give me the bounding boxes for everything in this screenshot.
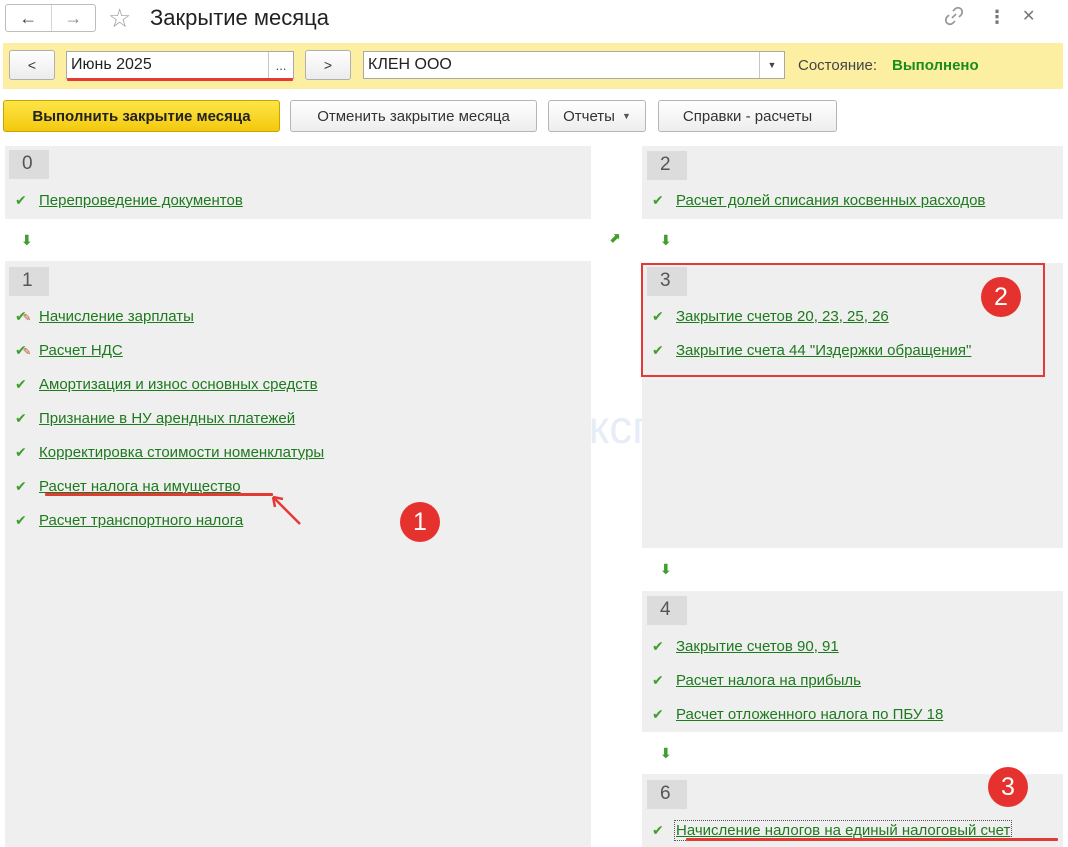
check-icon: ✔: [15, 511, 27, 528]
stage-number: 6: [647, 780, 687, 809]
stage-link[interactable]: Расчет отложенного налога по ПБУ 18: [676, 706, 943, 723]
check-icon: ✔: [652, 671, 664, 688]
state-value: Выполнено: [892, 57, 979, 74]
reports-button[interactable]: Отчеты ▼: [548, 100, 646, 132]
stage-number: 1: [9, 267, 49, 296]
stage-link[interactable]: Расчет долей списания косвенных расходов: [676, 192, 985, 209]
list-item: ✔ Расчет долей списания косвенных расход…: [642, 188, 985, 212]
stage-0-panel: 0 ✔ Перепроведение документов: [5, 146, 591, 219]
stage-link[interactable]: Расчет НДС: [39, 342, 123, 359]
check-icon: ✔: [652, 821, 664, 838]
arrow-down-icon: ⬇: [21, 232, 33, 248]
annotation-badge-3: 3: [988, 767, 1028, 807]
stage-link[interactable]: Признание в НУ арендных платежей: [39, 410, 295, 427]
check-icon: ✔: [15, 191, 27, 208]
run-closing-button[interactable]: Выполнить закрытие месяца: [3, 100, 280, 132]
cancel-closing-button[interactable]: Отменить закрытие месяца: [290, 100, 537, 132]
next-period-button[interactable]: >: [305, 50, 351, 80]
nav-group: ← →: [5, 4, 96, 32]
list-item: ✔ Корректировка стоимости номенклатуры: [5, 440, 324, 464]
annotation-underline-ens: [686, 838, 1058, 841]
forward-button[interactable]: →: [50, 5, 96, 31]
parameter-bar: < Июнь 2025 ... > КЛЕН ООО ▼ Состояние: …: [3, 43, 1063, 89]
window-title: Закрытие месяца: [150, 5, 330, 30]
stage-link[interactable]: Закрытие счетов 90, 91: [676, 638, 839, 655]
calculations-button[interactable]: Справки - расчеты: [658, 100, 837, 132]
close-icon[interactable]: ✕: [1022, 6, 1035, 28]
organization-value: КЛЕН ООО: [368, 56, 452, 73]
stage-number: 4: [647, 596, 687, 625]
annotation-arrow-icon: [271, 495, 301, 525]
link-icon[interactable]: [944, 6, 964, 31]
list-item: ✔ Закрытие счетов 90, 91: [642, 634, 839, 658]
list-item: ✔ Амортизация и износ основных средств: [5, 372, 318, 396]
back-button[interactable]: ←: [6, 5, 51, 31]
list-item: ✔ Признание в НУ арендных платежей: [5, 406, 295, 430]
list-item: ✔✎ Расчет НДС: [5, 338, 123, 362]
chevron-down-icon: ▼: [767, 60, 777, 70]
title-bar: ← → ☆ Закрытие месяца ⋮ ✕: [0, 0, 1068, 38]
stage-link[interactable]: Начисление зарплаты: [39, 308, 194, 325]
arrow-down-icon: ⬇: [660, 561, 672, 577]
check-icon: ✔: [652, 191, 664, 208]
stage-number: 2: [647, 151, 687, 180]
annotation-underline-property-tax: [45, 493, 273, 496]
period-field[interactable]: Июнь 2025 ...: [66, 51, 294, 79]
arrow-down-icon: ⬇: [660, 745, 672, 761]
list-item: ✔ Расчет отложенного налога по ПБУ 18: [642, 702, 943, 726]
check-icon: ✔: [15, 375, 27, 392]
stage-link[interactable]: Расчет налога на имущество: [39, 478, 241, 495]
arrow-left-icon: ←: [19, 7, 38, 28]
stage-number: 0: [9, 150, 49, 179]
stage-link[interactable]: Корректировка стоимости номенклатуры: [39, 444, 324, 461]
list-item: ✔✎ Начисление зарплаты: [5, 304, 194, 328]
reports-label: Отчеты: [563, 107, 615, 125]
annotation-box-stage-3: [641, 263, 1045, 377]
stage-1-panel: 1 ✔✎ Начисление зарплаты ✔✎ Расчет НДС ✔…: [5, 261, 591, 847]
check-icon: ✔: [15, 477, 27, 494]
arrow-right-icon: →: [64, 7, 83, 28]
list-item: ✔ Расчет транспортного налога: [5, 508, 243, 532]
stage-2-panel: 2 ✔ Расчет долей списания косвенных расх…: [642, 146, 1063, 219]
stage-link[interactable]: Начисление налогов на единый налоговый с…: [673, 819, 1013, 841]
stage-link[interactable]: Амортизация и износ основных средств: [39, 376, 318, 393]
check-icon: ✔: [15, 409, 27, 426]
annotation-badge-1: 1: [400, 502, 440, 542]
stage-4-panel: 4 ✔ Закрытие счетов 90, 91 ✔ Расчет нало…: [642, 591, 1063, 732]
check-edited-icon: ✔✎: [15, 307, 32, 324]
stage-link[interactable]: Расчет транспортного налога: [39, 512, 243, 529]
check-edited-icon: ✔✎: [15, 341, 32, 358]
stage-link[interactable]: Перепроведение документов: [39, 192, 243, 209]
prev-period-button[interactable]: <: [9, 50, 55, 80]
arrow-down-icon: ⬇: [660, 232, 672, 248]
state-label: Состояние:: [798, 57, 878, 74]
organization-field[interactable]: КЛЕН ООО ▼: [363, 51, 785, 79]
more-vertical-icon[interactable]: ⋮: [988, 6, 1006, 28]
annotation-badge-2: 2: [981, 277, 1021, 317]
annotation-underline-period: [67, 78, 293, 81]
list-item: ✔ Перепроведение документов: [5, 188, 243, 212]
star-icon[interactable]: ☆: [108, 3, 131, 33]
chevron-down-icon: ▼: [621, 111, 631, 121]
arrow-up-right-icon: ⬆: [605, 228, 626, 248]
period-select-button[interactable]: ...: [268, 52, 293, 78]
check-icon: ✔: [15, 443, 27, 460]
period-value: Июнь 2025: [71, 56, 152, 73]
organization-dropdown-button[interactable]: ▼: [759, 52, 784, 78]
check-icon: ✔: [652, 705, 664, 722]
list-item: ✔ Расчет налога на прибыль: [642, 668, 861, 692]
check-icon: ✔: [652, 637, 664, 654]
stage-link[interactable]: Расчет налога на прибыль: [676, 672, 861, 689]
